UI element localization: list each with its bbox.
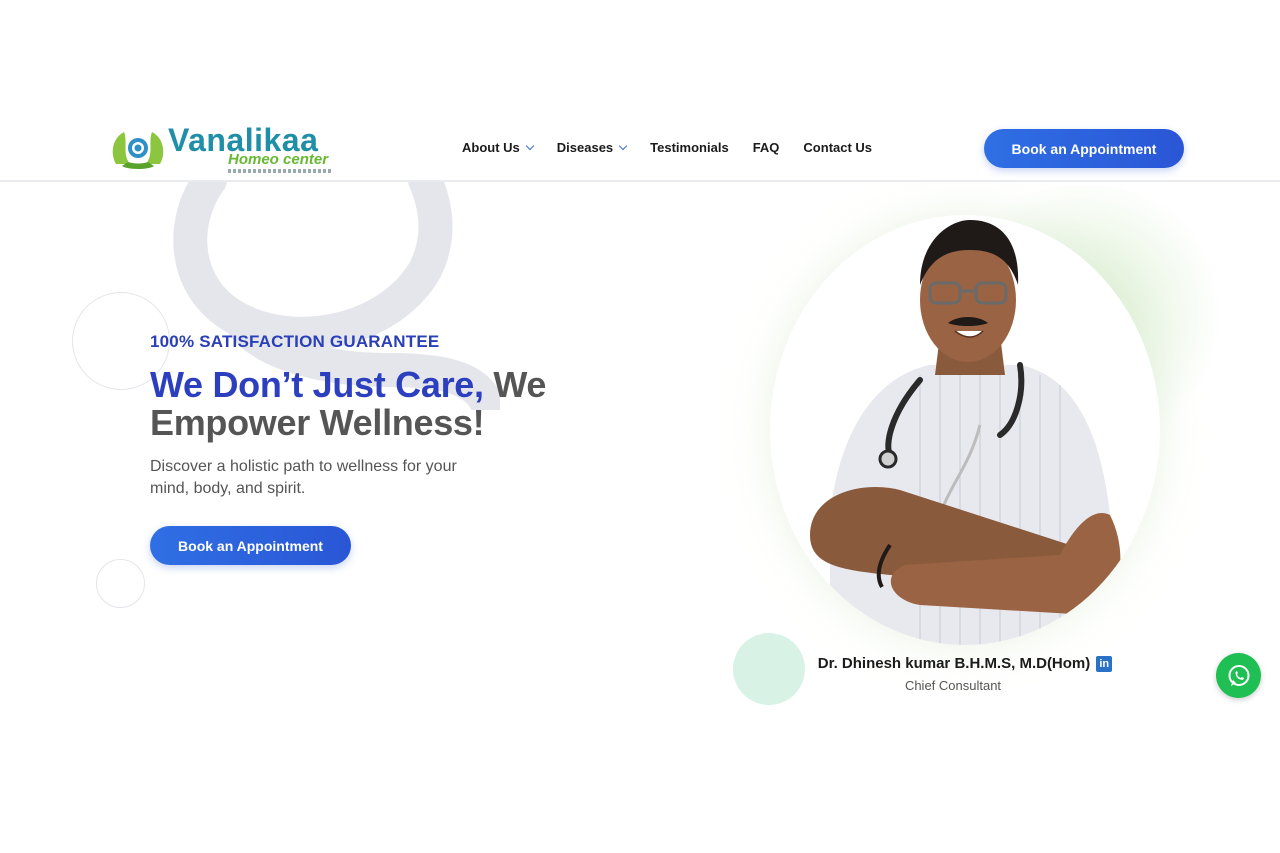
nav-item-faq[interactable]: FAQ [753, 140, 780, 155]
linkedin-icon[interactable]: in [1096, 656, 1113, 672]
nav-item-about-us[interactable]: About Us [462, 140, 535, 155]
hero-headline-rest: We [483, 364, 547, 405]
logo-mark-icon [112, 132, 164, 169]
chevron-down-icon [525, 141, 535, 151]
hero-headline-line-2: Empower Wellness! [150, 402, 485, 443]
nav-item-contact-us[interactable]: Contact Us [803, 140, 872, 155]
hero-headline: We Don’t Just Care, We Empower Wellness! [150, 366, 630, 442]
brand-logo[interactable]: Vanalikaa Homeo center [108, 122, 348, 174]
doctor-name: Dr. Dhinesh kumar B.H.M.S, M.D(Hom) [817, 655, 1091, 672]
nav-item-testimonials[interactable]: Testimonials [650, 140, 729, 155]
hero-headline-highlight: We Don’t Just Care, [150, 364, 484, 405]
nav-item-diseases[interactable]: Diseases [556, 140, 628, 155]
nav-label: FAQ [752, 140, 780, 155]
brand-subtitle: Homeo center [228, 151, 329, 168]
brand-tagline-decoration [228, 169, 332, 173]
doctor-portrait-image [810, 220, 1121, 645]
nav-label: Contact Us [803, 140, 873, 155]
hero-section: 100% SATISFACTION GUARANTEE We Don’t Jus… [150, 332, 630, 500]
doctor-photo [770, 215, 1160, 645]
nav-label: About Us [462, 140, 520, 155]
doctor-role: Chief Consultant [904, 678, 1002, 693]
book-appointment-hero-button[interactable]: Book an Appointment [150, 526, 351, 565]
nav-label: Testimonials [650, 140, 729, 155]
site-header: Vanalikaa Homeo center About Us Diseases… [0, 110, 1280, 182]
hero-description: Discover a holistic path to wellness for… [150, 458, 457, 497]
hero-eyebrow: 100% SATISFACTION GUARANTEE [150, 332, 440, 351]
nav-label: Diseases [556, 140, 614, 155]
chevron-down-icon [618, 141, 628, 151]
whatsapp-chat-button[interactable] [1216, 653, 1261, 698]
whatsapp-icon [1228, 664, 1249, 686]
doctor-name-row: Dr. Dhinesh kumar B.H.M.S, M.D(Hom) in [770, 655, 1160, 672]
decorative-ring [96, 559, 145, 608]
book-appointment-header-button[interactable]: Book an Appointment [984, 129, 1184, 168]
main-nav: About Us Diseases Testimonials FAQ Conta… [462, 140, 896, 155]
